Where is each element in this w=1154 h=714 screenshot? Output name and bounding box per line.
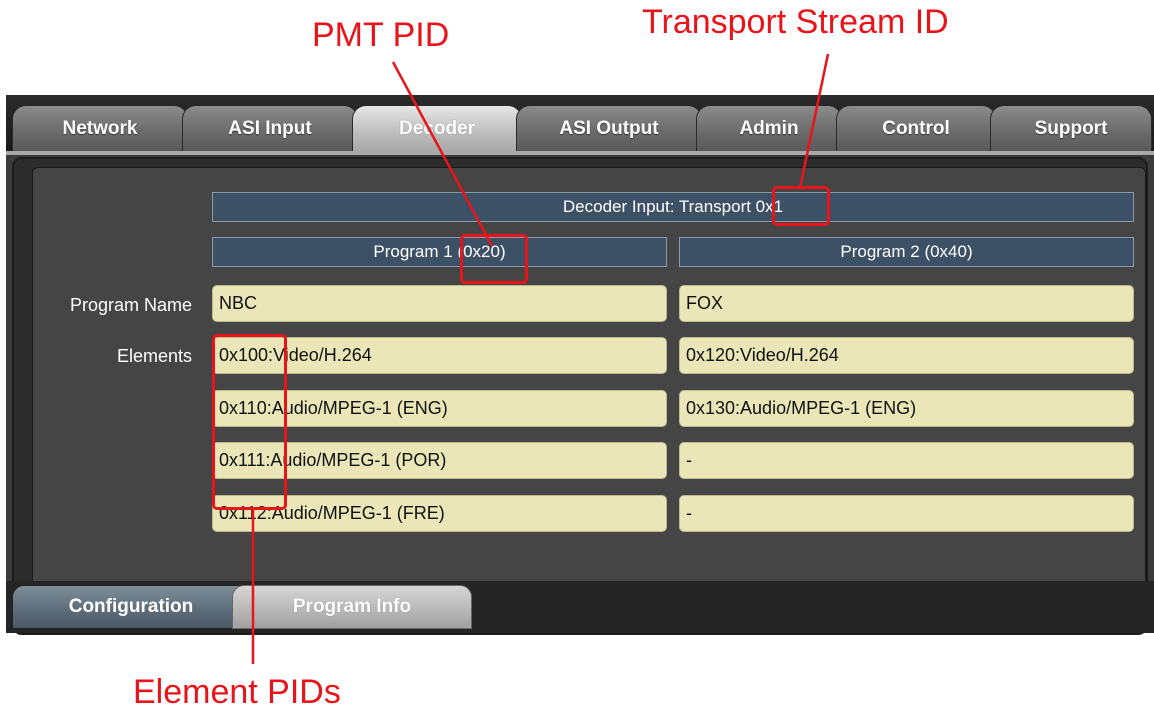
program-2-header: Program 2 (0x40) <box>679 237 1134 267</box>
program-1-name-field: NBC <box>212 285 667 322</box>
tab-support[interactable]: Support <box>990 105 1152 151</box>
program-1-header: Program 1 (0x20) <box>212 237 667 267</box>
tab-underline <box>6 151 1154 155</box>
decoder-app-window: Network ASI Input Decoder ASI Output Adm… <box>6 95 1154 635</box>
tab-control[interactable]: Control <box>836 105 996 151</box>
program-2-element-4: - <box>679 495 1134 532</box>
program-2-element-2: 0x130:Audio/MPEG-1 (ENG) <box>679 390 1134 427</box>
main-tab-bar: Network ASI Input Decoder ASI Output Adm… <box>6 95 1154 152</box>
program-name-label: Program Name <box>69 295 192 315</box>
sub-tab-bar: Configuration Program Info <box>6 581 1154 633</box>
tab-network[interactable]: Network <box>12 105 188 151</box>
tab-decoder[interactable]: Decoder <box>352 105 522 151</box>
transport-id-highlight <box>772 186 830 226</box>
program-2-name-field: FOX <box>679 285 1134 322</box>
pmt-pid-highlight <box>460 234 528 284</box>
subtab-configuration[interactable]: Configuration <box>12 585 250 629</box>
decoder-input-header: Decoder Input: Transport 0x1 <box>212 192 1134 222</box>
program-2-element-3: - <box>679 442 1134 479</box>
elements-label: Elements <box>116 346 192 366</box>
element-pids-callout: Element PIDs <box>133 673 341 711</box>
transport-stream-id-callout: Transport Stream ID <box>642 3 949 41</box>
tab-admin[interactable]: Admin <box>696 105 842 151</box>
pmt-pid-callout: PMT PID <box>312 16 450 54</box>
element-pids-highlight <box>212 334 287 510</box>
tab-asi-input[interactable]: ASI Input <box>182 105 358 151</box>
subtab-program-info[interactable]: Program Info <box>232 585 472 629</box>
program-2-element-1: 0x120:Video/H.264 <box>679 337 1134 374</box>
tab-asi-output[interactable]: ASI Output <box>516 105 702 151</box>
